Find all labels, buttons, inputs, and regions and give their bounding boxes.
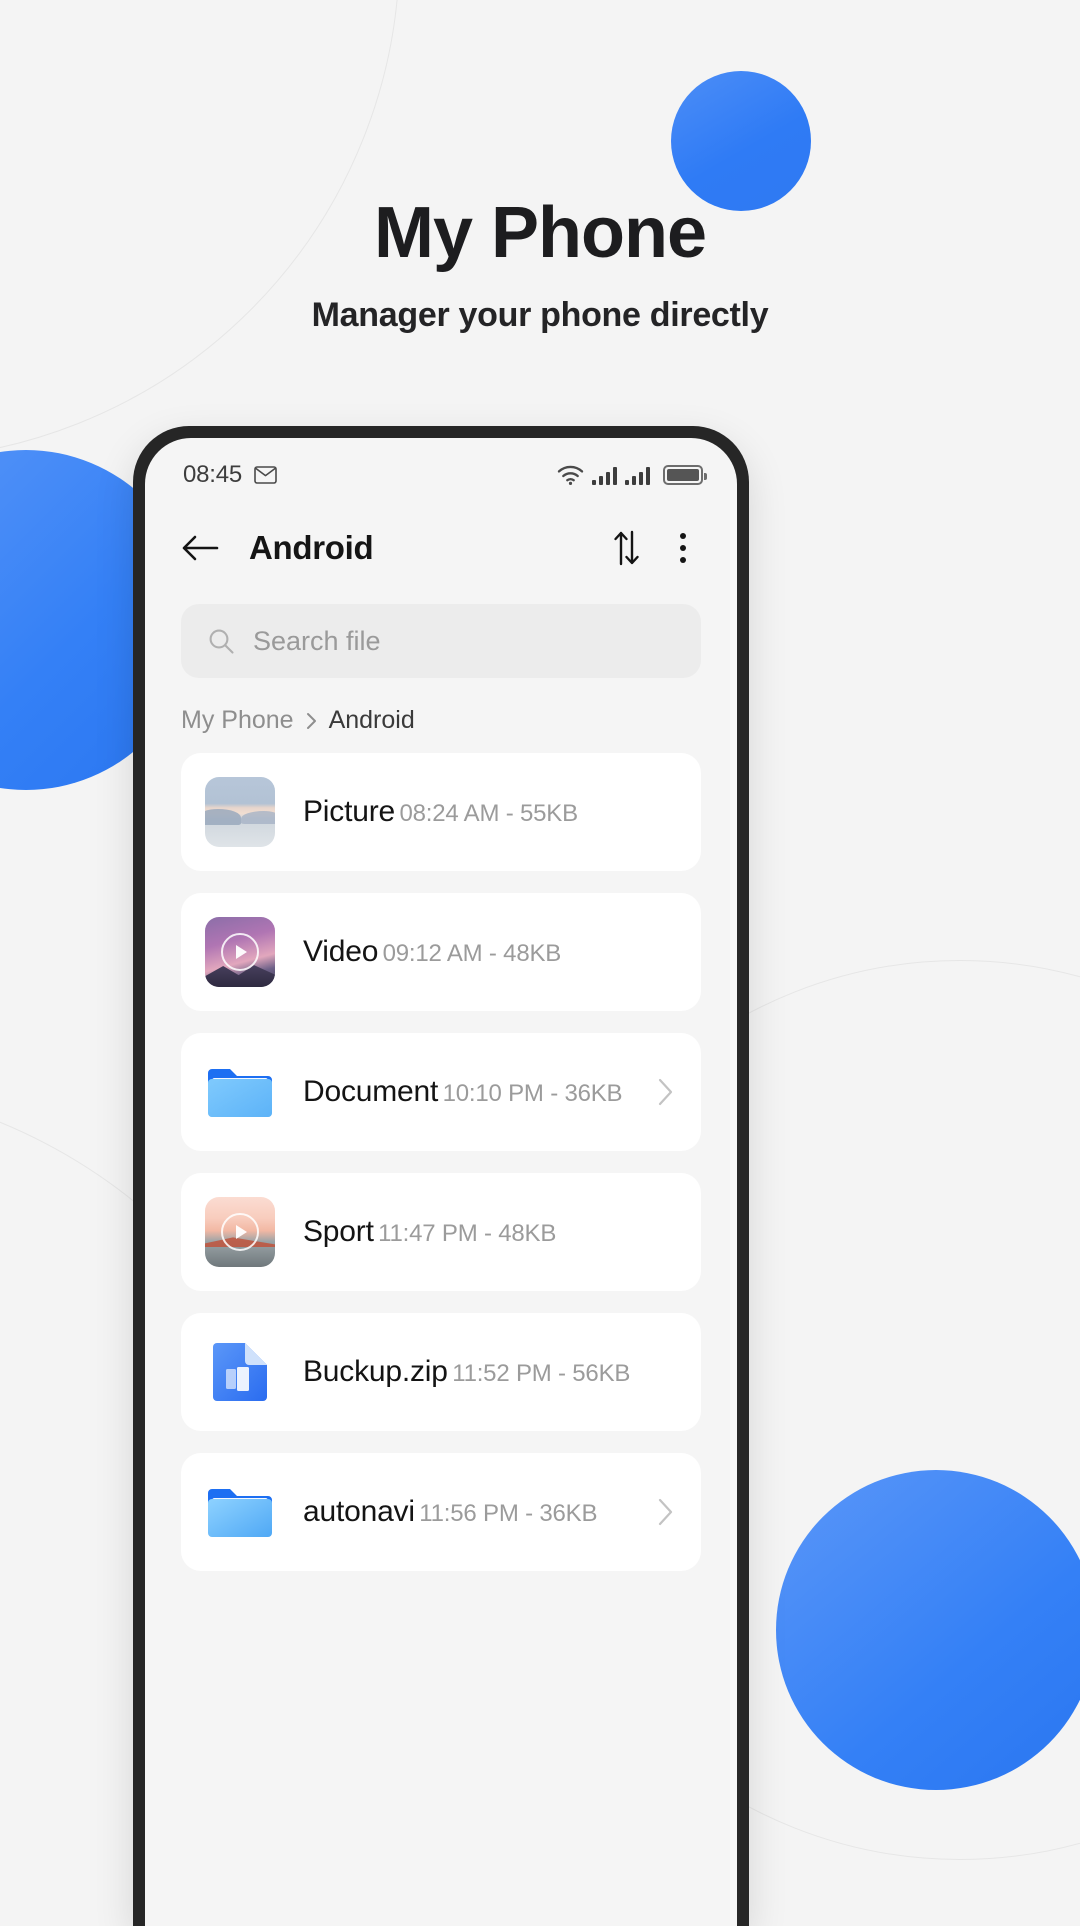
file-list: Picture 08:24 AM - 55KB Video 09:12 AM -… [145,753,737,1571]
phone-screen: 08:45 Android Search file My Phone Andro… [145,438,737,1926]
mail-icon [254,466,277,484]
page-title: My Phone [373,193,707,273]
file-name: Buckup.zip [303,1355,448,1389]
image-thumbnail [205,777,275,847]
chevron-right-icon [658,1078,673,1106]
video-thumbnail [205,1197,275,1267]
signal-bars-sim2-icon [625,466,650,485]
file-subtitle: 08:24 AM - 55KB [399,800,578,828]
file-subtitle: 11:56 PM - 36KB [419,1500,598,1528]
breadcrumb: My Phone Android [145,678,737,753]
status-bar-right [557,464,707,486]
page-subtitle: Manager your phone directly [311,295,769,334]
decorative-circle-bottom-right [776,1470,1080,1790]
play-icon [221,1213,259,1251]
file-subtitle: 11:52 PM - 56KB [452,1360,631,1388]
file-meta: Buckup.zip 11:52 PM - 56KB [303,1354,675,1389]
file-subtitle: 10:10 PM - 36KB [442,1080,623,1108]
more-vertical-icon[interactable] [665,533,701,563]
table-row[interactable]: autonavi 11:56 PM - 36KB [181,1453,701,1571]
archive-icon [213,1343,267,1401]
file-subtitle: 11:47 PM - 48KB [378,1220,557,1248]
file-meta: Picture 08:24 AM - 55KB [303,794,675,829]
table-row[interactable]: Video 09:12 AM - 48KB [181,893,701,1011]
file-name: Picture [303,795,395,829]
search-icon [209,629,234,654]
breadcrumb-item-my-phone[interactable]: My Phone [181,706,294,735]
file-subtitle: 09:12 AM - 48KB [382,940,562,968]
table-row[interactable]: Sport 11:47 PM - 48KB [181,1173,701,1291]
status-time: 08:45 [183,461,243,488]
status-bar: 08:45 [145,438,737,502]
file-meta: Video 09:12 AM - 48KB [303,934,675,969]
chevron-right-icon [658,1498,673,1526]
signal-bars-sim1-icon [592,466,617,485]
folder-icon [208,1069,272,1117]
file-name: Video [303,935,379,969]
breadcrumb-item-android[interactable]: Android [329,706,415,735]
phone-mockup: 08:45 Android Search file My Phone Andro… [133,426,749,1926]
file-meta: autonavi 11:56 PM - 36KB [303,1494,655,1529]
file-name: autonavi [303,1495,415,1529]
file-name: Sport [303,1215,374,1249]
video-thumbnail [205,917,275,987]
status-bar-left: 08:45 [183,461,277,489]
search-section [145,594,737,678]
file-name: Document [303,1075,439,1109]
app-bar: Android [145,502,737,594]
search-bar[interactable] [181,604,701,678]
back-arrow-icon[interactable] [181,533,219,563]
sort-arrows-icon[interactable] [611,530,641,566]
table-row[interactable]: Document 10:10 PM - 36KB [181,1033,701,1151]
chevron-right-icon [306,712,316,729]
file-meta: Sport 11:47 PM - 48KB [303,1214,675,1249]
hero-section: My Phone Manager your phone directly [0,0,1080,335]
folder-icon [208,1489,272,1537]
search-input[interactable] [253,625,675,657]
file-meta: Document 10:10 PM - 36KB [303,1074,655,1109]
battery-icon [663,465,707,485]
app-bar-title: Android [249,529,374,566]
table-row[interactable]: Buckup.zip 11:52 PM - 56KB [181,1313,701,1431]
wifi-icon [557,465,584,485]
table-row[interactable]: Picture 08:24 AM - 55KB [181,753,701,871]
play-icon [221,933,259,971]
